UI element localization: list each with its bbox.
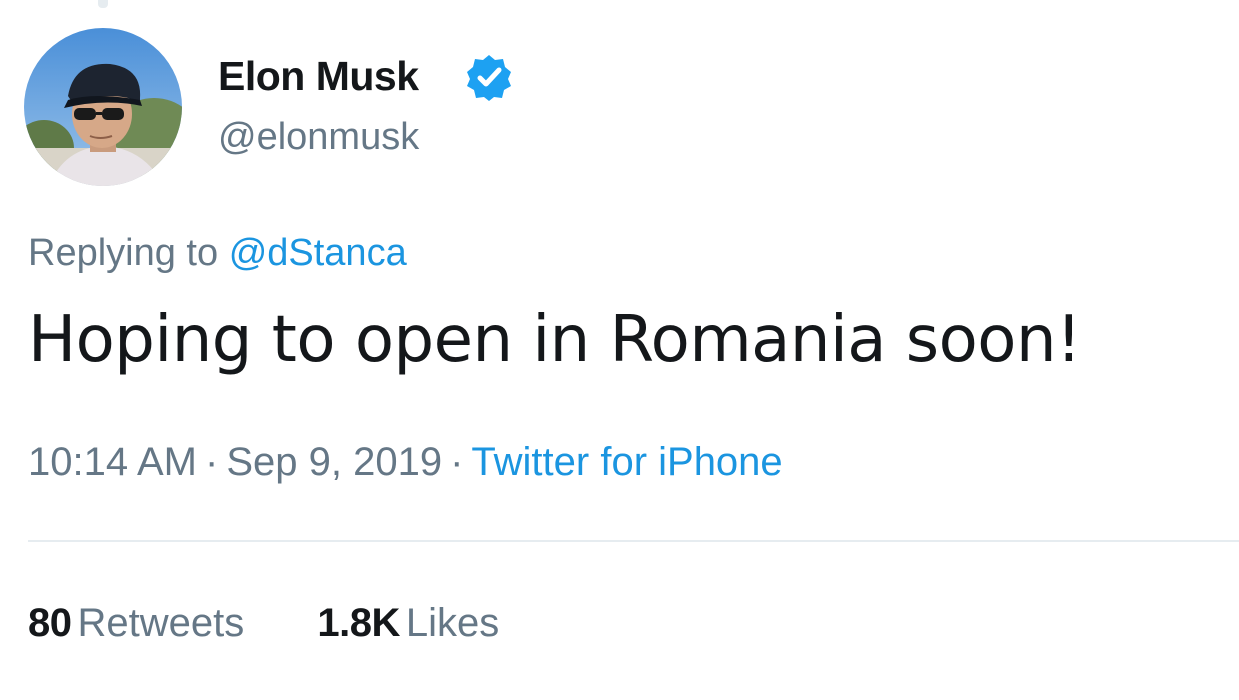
likes-label: Likes — [405, 601, 500, 645]
likes-stat[interactable]: 1.8K Likes — [317, 596, 499, 650]
tweet-stats: 80 Retweets 1.8K Likes — [28, 596, 561, 650]
user-handle[interactable]: @elonmusk — [218, 112, 419, 162]
tweet-meta: 10:14 AM · Sep 9, 2019 · Twitter for iPhone — [28, 436, 783, 488]
replying-to-line: Replying to @dStanca — [28, 228, 407, 278]
verified-badge-icon — [467, 55, 511, 101]
divider — [28, 540, 1239, 542]
meta-separator: · — [450, 440, 464, 484]
replying-to-label: Replying to — [28, 232, 219, 274]
retweets-stat[interactable]: 80 Retweets — [28, 596, 244, 650]
retweets-label: Retweets — [77, 601, 245, 645]
tweet-card: Elon Musk @elonmusk Replying to @dStanca… — [0, 0, 1239, 700]
likes-count: 1.8K — [317, 601, 400, 645]
avatar[interactable] — [24, 28, 182, 186]
tweet-time[interactable]: 10:14 AM — [28, 440, 197, 484]
tweet-date[interactable]: Sep 9, 2019 — [226, 440, 442, 484]
meta-separator: · — [205, 440, 219, 484]
profile-photo-icon — [24, 28, 182, 186]
reply-mention-link[interactable]: @dStanca — [229, 232, 407, 274]
tweet-text: Hoping to open in Romania soon! — [28, 303, 1082, 377]
retweets-count: 80 — [28, 601, 72, 645]
tweet-source-link[interactable]: Twitter for iPhone — [471, 440, 782, 484]
display-name[interactable]: Elon Musk — [218, 50, 419, 102]
thread-connector — [98, 0, 108, 8]
